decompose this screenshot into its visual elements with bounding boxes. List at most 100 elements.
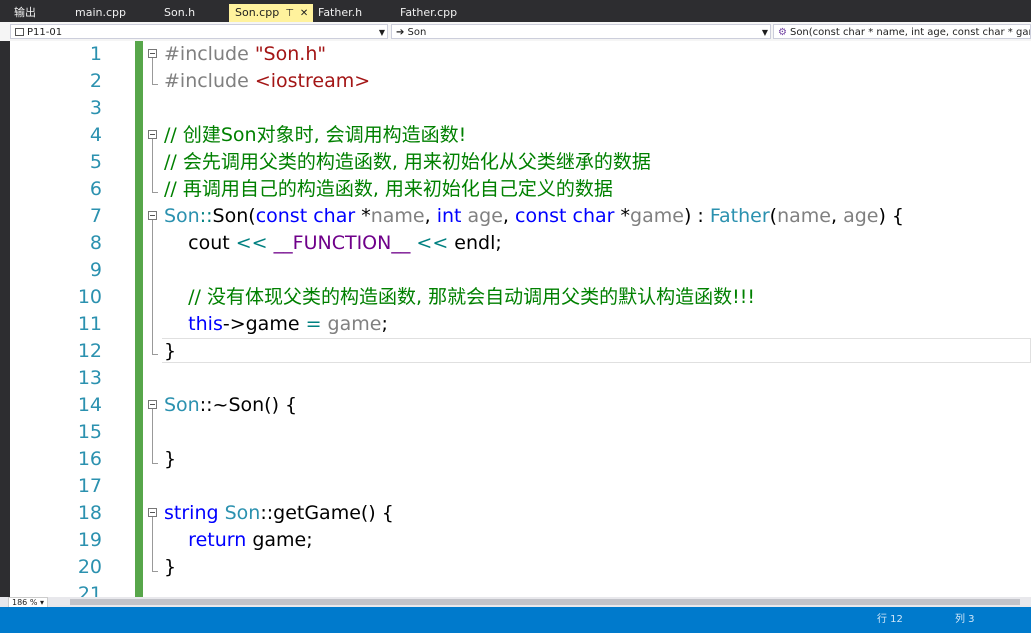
token: int — [436, 205, 462, 227]
line-number: 11 — [77, 313, 102, 335]
code-comment: // 创建Son对象时, 会调用构造函数! — [164, 124, 467, 146]
token: :: — [199, 205, 213, 227]
token: Son — [164, 205, 200, 227]
code-text: Son::Son(const char *name, int age, cons… — [164, 203, 904, 230]
fold-toggle-icon[interactable] — [148, 508, 157, 517]
line-number: 5 — [89, 151, 102, 173]
tab-label: Son.cpp — [235, 6, 280, 19]
token: age — [843, 205, 879, 227]
code-text: #include <iostream> — [164, 68, 370, 95]
token: endl; — [448, 232, 502, 254]
tab-son-cpp[interactable]: Son.cpp ⊤ ✕ — [229, 4, 313, 22]
scope-dropdown[interactable]: ➔ Son ▼ — [391, 24, 771, 39]
token: ) { — [878, 205, 905, 227]
line-number: 7 — [89, 205, 102, 227]
method-icon: ⚙ — [778, 27, 787, 38]
code-comment: // 没有体现父类的构造函数, 那就会自动调用父类的默认构造函数!!! — [164, 286, 755, 308]
fold-toggle-icon[interactable] — [148, 400, 157, 409]
member-label: Son(const char * name, int age, const ch… — [789, 27, 1031, 38]
project-label: P11-01 — [27, 27, 63, 38]
token: * — [355, 205, 371, 227]
token: game — [630, 205, 684, 227]
token: cout — [164, 232, 236, 254]
token: ->game — [222, 313, 306, 335]
line-number: 15 — [77, 421, 102, 443]
code-line: 7 Son::Son(const char *name, int age, co… — [10, 203, 1031, 230]
token: #include — [164, 43, 255, 65]
fold-toggle-icon[interactable] — [148, 211, 157, 220]
code-text: cout << __FUNCTION__ << endl; — [164, 230, 502, 257]
token: "Son.h" — [254, 43, 327, 65]
fold-toggle-icon[interactable] — [148, 49, 157, 58]
line-number: 1 — [89, 43, 102, 65]
tab-father-h[interactable]: Father.h — [312, 4, 392, 22]
token: * — [614, 205, 631, 227]
tab-label: Father.cpp — [400, 6, 458, 19]
token: string — [164, 502, 219, 524]
token: ::~Son() { — [199, 394, 298, 416]
tab-label: Son.h — [164, 6, 196, 19]
code-line: 10 // 没有体现父类的构造函数, 那就会自动调用父类的默认构造函数!!! — [10, 284, 1031, 311]
line-number: 2 — [89, 70, 102, 92]
fold-toggle-icon[interactable] — [148, 130, 157, 139]
code-text: } — [164, 448, 177, 470]
close-icon[interactable]: ✕ — [300, 8, 308, 19]
code-line: 15 — [10, 419, 1031, 446]
line-number: 3 — [89, 97, 102, 119]
horizontal-scrollbar[interactable] — [70, 599, 1020, 605]
code-line: 11 this->game = game; — [10, 311, 1031, 338]
line-number: 21 — [77, 583, 102, 597]
token: this — [188, 313, 223, 335]
token: game — [327, 313, 382, 335]
token: return — [188, 529, 247, 551]
navigation-bar: P11-01 ▼ ➔ Son ▼ ⚙ Son(const char * name, i… — [0, 22, 1031, 42]
line-number: 12 — [77, 340, 102, 362]
scope-label: ➔ Son — [396, 27, 427, 38]
line-number: 14 — [77, 394, 102, 416]
code-line: 18 string Son::getGame() { — [10, 500, 1031, 527]
tab-label: main.cpp — [75, 6, 126, 19]
code-line: 8 cout << __FUNCTION__ << endl; — [10, 230, 1031, 257]
line-number: 13 — [77, 367, 102, 389]
line-number: 10 — [77, 286, 102, 308]
code-line: 3 — [10, 95, 1031, 122]
current-line-highlight — [162, 338, 1031, 363]
line-number: 9 — [89, 259, 102, 281]
tab-father-cpp[interactable]: Father.cpp — [394, 4, 492, 22]
code-line: 19 return game; — [10, 527, 1031, 554]
token: Son( — [212, 205, 256, 227]
token: << — [235, 232, 268, 254]
member-dropdown[interactable]: ⚙ Son(const char * name, int age, const c… — [773, 24, 1031, 39]
token: const — [255, 205, 308, 227]
pin-icon[interactable]: ⊤ — [285, 8, 294, 19]
code-text: this->game = game; — [164, 311, 388, 338]
token: ) : — [683, 205, 710, 227]
token: , — [502, 205, 516, 227]
tab-main-cpp[interactable]: main.cpp — [69, 4, 157, 22]
tab-son-h[interactable]: Son.h — [158, 4, 228, 22]
code-text: } — [164, 340, 177, 362]
code-line: 13 — [10, 365, 1031, 392]
tab-output[interactable]: 输出 — [8, 4, 68, 22]
code-text: #include "Son.h" — [164, 41, 326, 68]
token: #include — [164, 70, 255, 92]
code-line: 4 // 创建Son对象时, 会调用构造函数! — [10, 122, 1031, 149]
token: ( — [769, 205, 778, 227]
token: ::getGame() { — [260, 502, 394, 524]
project-dropdown[interactable]: P11-01 ▼ — [10, 24, 388, 39]
code-line: 17 — [10, 473, 1031, 500]
chevron-down-icon: ▼ — [378, 28, 385, 37]
token: Father — [709, 205, 770, 227]
code-comment: // 会先调用父类的构造函数, 用来初始化从父类继承的数据 — [164, 151, 651, 173]
line-number: 20 — [77, 556, 102, 578]
line-number: 17 — [77, 475, 102, 497]
token: Son — [224, 502, 261, 524]
token: name — [370, 205, 425, 227]
code-editor[interactable]: 1 #include "Son.h" 2 #include <iostream>… — [10, 41, 1031, 597]
token: __FUNCTION__ — [273, 232, 411, 254]
code-line: 16 } — [10, 446, 1031, 473]
token: char — [313, 205, 356, 227]
tab-label: 输出 — [14, 6, 36, 19]
code-line: 2 #include <iostream> — [10, 68, 1031, 95]
